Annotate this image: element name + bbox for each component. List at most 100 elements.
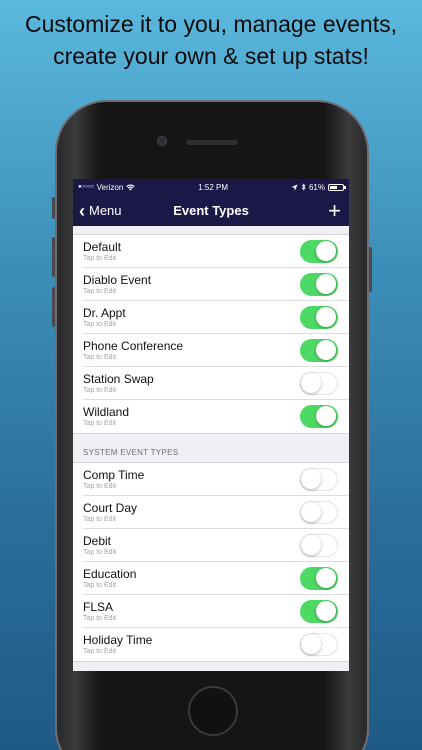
earpiece-speaker [186,140,238,145]
event-type-text: Default Tap to Edit [83,240,121,263]
event-type-row[interactable]: Debit Tap to Edit [83,529,349,562]
system-event-types-list: Comp Time Tap to Edit Court Day Tap to Edit… [73,462,349,662]
event-type-name: Dr. Appt [83,305,126,320]
toggle-flsa[interactable] [300,599,338,623]
toggle-dr-appt[interactable] [300,305,338,329]
battery-icon [328,183,346,191]
navigation-bar: ‹ Menu Event Types + [73,195,349,226]
toggle-diablo-event[interactable] [300,272,338,296]
event-type-text: Court Day Tap to Edit [83,501,137,524]
promo-headline: Customize it to you, manage events, crea… [0,8,422,72]
toggle-knob [301,372,321,393]
toggle-comp-time[interactable] [300,467,338,491]
power-button [369,247,372,292]
event-type-row[interactable]: Education Tap to Edit [83,562,349,595]
event-type-text: Wildland Tap to Edit [83,405,129,428]
volume-up-button [52,237,55,277]
event-type-name: Station Swap [83,371,154,386]
tap-to-edit-hint: Tap to Edit [83,648,117,655]
event-type-text: Dr. Appt Tap to Edit [83,306,126,329]
tap-to-edit-hint: Tap to Edit [83,386,117,394]
event-type-text: Comp Time Tap to Edit [83,468,144,491]
event-type-text: FLSA Tap to Edit [83,600,116,623]
toggle-station-swap[interactable] [300,371,338,395]
toggle-holiday-time[interactable] [300,633,338,656]
event-type-text: Phone Conference Tap to Edit [83,339,183,362]
phone-screen: ●○○○○ Verizon 1:52 PM 61% ‹ Menu Event T… [73,179,349,671]
event-type-name: Comp Time [83,467,145,482]
toggle-court-day[interactable] [300,500,338,524]
back-button[interactable]: ‹ Menu [79,202,122,220]
event-type-row[interactable]: Wildland Tap to Edit [83,400,349,433]
toggle-knob [301,634,321,654]
event-type-text: Diablo Event Tap to Edit [83,273,151,296]
tap-to-edit-hint: Tap to Edit [83,482,117,490]
event-type-row[interactable]: Default Tap to Edit [83,235,349,268]
tap-to-edit-hint: Tap to Edit [83,515,117,523]
tap-to-edit-hint: Tap to Edit [83,420,117,427]
event-type-row[interactable]: Station Swap Tap to Edit [83,367,349,400]
toggle-knob [316,339,336,360]
event-type-name: Education [83,566,137,581]
headline-line-2: create your own & set up stats! [53,43,369,69]
tap-to-edit-hint: Tap to Edit [83,353,117,361]
event-type-text: Education Tap to Edit [83,567,136,590]
event-type-name: Wildland [83,405,130,419]
tap-to-edit-hint: Tap to Edit [83,320,117,328]
wifi-icon [126,184,136,191]
back-button-label: Menu [89,203,122,218]
system-section-header: SYSTEM EVENT TYPES [83,448,179,457]
chevron-left-icon: ‹ [79,200,85,221]
toggle-knob [316,273,336,294]
event-type-name: Default [83,239,122,254]
location-arrow-icon [291,183,298,191]
event-type-name: FLSA [83,599,114,614]
toggle-knob [301,501,321,522]
tap-to-edit-hint: Tap to Edit [83,581,117,589]
toggle-knob [316,306,336,327]
toggle-debit[interactable] [300,533,338,557]
toggle-education[interactable] [300,566,338,590]
event-type-row[interactable]: FLSA Tap to Edit [83,595,349,628]
event-type-name: Court Day [83,500,138,515]
event-type-row[interactable]: Dr. Appt Tap to Edit [83,301,349,334]
tap-to-edit-hint: Tap to Edit [83,287,117,295]
status-bar: ●○○○○ Verizon 1:52 PM 61% [73,179,349,195]
tap-to-edit-hint: Tap to Edit [83,548,117,556]
toggle-default[interactable] [300,239,338,263]
custom-event-types-list: Default Tap to Edit Diablo Event Tap to Edi… [73,234,349,434]
toggle-phone-conference[interactable] [300,338,338,362]
event-type-name: Holiday Time [83,633,153,647]
toggle-knob [316,240,336,261]
event-type-text: Holiday Time Tap to Edit [83,633,152,656]
toggle-knob [316,567,336,588]
toggle-knob [316,600,336,621]
event-type-row[interactable]: Phone Conference Tap to Edit [83,334,349,367]
mute-switch [52,197,55,219]
carrier-name: Verizon [96,182,124,192]
signal-strength-icon: ●○○○○ [78,184,94,190]
event-type-row[interactable]: Holiday Time Tap to Edit [83,628,349,661]
event-type-row[interactable]: Diablo Event Tap to Edit [83,268,349,301]
event-type-row[interactable]: Court Day Tap to Edit [83,496,349,529]
toggle-knob [301,468,321,489]
headline-line-1: Customize it to you, manage events, [24,11,398,37]
tap-to-edit-hint: Tap to Edit [83,614,117,622]
event-type-name: Phone Conference [83,338,184,353]
tap-to-edit-hint: Tap to Edit [83,254,117,262]
home-button[interactable] [188,686,238,736]
event-type-name: Debit [83,533,112,548]
toggle-knob [301,534,321,555]
front-camera [157,136,167,146]
toggle-wildland[interactable] [300,405,338,428]
add-event-type-button[interactable]: + [328,199,341,222]
event-type-text: Station Swap Tap to Edit [83,372,154,395]
status-time: 1:52 PM [198,182,229,192]
event-type-name: Diablo Event [83,272,152,287]
event-type-row[interactable]: Comp Time Tap to Edit [83,463,349,496]
event-type-text: Debit Tap to Edit [83,534,116,557]
battery-percent: 61% [308,182,325,192]
bluetooth-icon [301,183,306,191]
volume-down-button [52,287,55,327]
toggle-knob [316,406,336,426]
